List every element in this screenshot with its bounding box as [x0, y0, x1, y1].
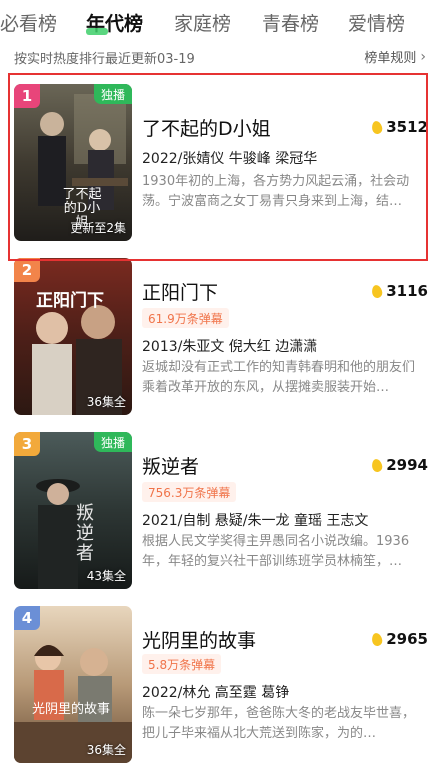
- rank-badge: 3: [14, 432, 40, 456]
- danmu-count-badge: 5.8万条弹幕: [142, 654, 222, 674]
- item-meta: 2013/朱亚文 倪大红 边潇潇: [142, 339, 318, 355]
- episode-status: 43集全: [86, 569, 126, 583]
- tab-youth[interactable]: 青春榜: [262, 9, 319, 36]
- tab-family[interactable]: 家庭榜: [174, 9, 231, 36]
- rank-badge: 4: [14, 606, 40, 630]
- item-title[interactable]: 光阴里的故事: [142, 626, 256, 653]
- poster-title-art: 叛逆者: [76, 503, 94, 564]
- item-description: 1930年初的上海，各方势力风起云涌，社会动荡。宁波富商之女丁易青只身来到上海，…: [142, 174, 410, 209]
- list-item[interactable]: 3 独播 叛逆者 43集全 叛逆者 2994 756.3万条弹幕 2021/自制…: [0, 432, 436, 602]
- ranking-subheader: 按实时热度排行最近更新03-19 榜单规则 ›: [0, 44, 436, 68]
- item-description: 陈一朵七岁那年，爸爸陈大冬的老战友毕世喜，把儿子毕来福从北大荒送到陈家，为的…: [142, 706, 416, 741]
- item-title[interactable]: 叛逆者: [142, 452, 199, 479]
- item-meta: 2022/张婧仪 牛骏峰 梁冠华: [142, 151, 318, 167]
- heat-score: 2994: [371, 456, 428, 474]
- exclusive-badge: 独播: [93, 432, 132, 452]
- heat-score: 3512: [371, 118, 428, 136]
- flame-icon: [371, 283, 384, 299]
- danmu-count-badge: 756.3万条弹幕: [142, 482, 237, 502]
- active-tab-indicator: [86, 28, 108, 35]
- category-tabs: 必看榜 年代榜 家庭榜 青春榜 爱情榜: [0, 0, 436, 40]
- chevron-right-icon: ›: [420, 48, 426, 65]
- heat-value: 2994: [386, 456, 428, 474]
- ranking-rules-link[interactable]: 榜单规则 ›: [364, 47, 426, 67]
- poster[interactable]: 1 独播 了不起的D小姐 更新至2集: [14, 84, 132, 241]
- heat-value: 3116: [386, 282, 428, 300]
- episode-status: 更新至2集: [70, 221, 126, 235]
- ranking-rules-label: 榜单规则: [364, 51, 417, 66]
- poster[interactable]: 4 光阴里的故事 36集全: [14, 606, 132, 763]
- heat-score: 3116: [371, 282, 428, 300]
- item-description: 返城却没有正式工作的知青韩春明和他的朋友们乘着改革开放的东风，从摆摊卖服装开始…: [142, 360, 416, 395]
- heat-value: 3512: [386, 118, 428, 136]
- tab-must-watch[interactable]: 必看榜: [0, 9, 57, 36]
- exclusive-badge: 独播: [93, 84, 132, 104]
- heat-value: 2965: [386, 630, 428, 648]
- flame-icon: [371, 457, 384, 473]
- flame-icon: [371, 631, 384, 647]
- tab-romance[interactable]: 爱情榜: [348, 9, 405, 36]
- list-item[interactable]: 4 光阴里的故事 36集全 光阴里的故事 2965 5.8万条弹幕 2022/林…: [0, 606, 436, 776]
- item-title[interactable]: 正阳门下: [142, 278, 218, 305]
- item-description: 根据人民文学奖得主畀愚同名小说改编。1936年，年轻的复兴社干部训练班学员林楠笙…: [142, 534, 410, 569]
- episode-status: 36集全: [86, 743, 126, 757]
- item-meta: 2022/林允 高至霆 葛铮: [142, 685, 290, 701]
- poster-title-art: 正阳门下: [36, 291, 104, 311]
- update-time-text: 按实时热度排行最近更新03-19: [14, 52, 195, 67]
- episode-status: 36集全: [86, 395, 126, 409]
- item-meta: 2021/自制 悬疑/朱一龙 童瑶 王志文: [142, 513, 369, 529]
- heat-score: 2965: [371, 630, 428, 648]
- flame-icon: [371, 119, 384, 135]
- item-title[interactable]: 了不起的D小姐: [142, 114, 271, 141]
- list-item[interactable]: 1 独播 了不起的D小姐 更新至2集 了不起的D小姐 3512 2022/张婧仪…: [0, 84, 436, 254]
- danmu-count-badge: 61.9万条弹幕: [142, 308, 229, 328]
- poster-title-art: 光阴里的故事: [32, 702, 111, 717]
- poster[interactable]: 3 独播 叛逆者 43集全: [14, 432, 132, 589]
- rank-badge: 1: [14, 84, 40, 108]
- rank-badge: 2: [14, 258, 40, 282]
- list-item[interactable]: 2 正阳门下 36集全 正阳门下 3116 61.9万条弹幕 2013/朱亚文 …: [0, 258, 436, 428]
- poster[interactable]: 2 正阳门下 36集全: [14, 258, 132, 415]
